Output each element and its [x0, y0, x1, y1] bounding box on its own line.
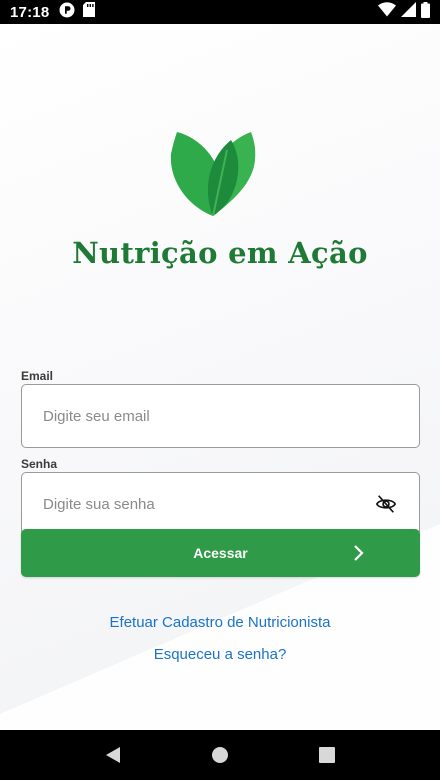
status-left-icons	[59, 2, 96, 23]
login-button[interactable]: Acessar	[21, 529, 420, 577]
chevron-right-icon	[354, 545, 364, 561]
eye-off-icon[interactable]	[374, 492, 398, 516]
status-time: 17:18	[10, 3, 50, 21]
system-nav-bar	[0, 730, 440, 780]
sd-card-icon	[83, 2, 96, 22]
email-field-container[interactable]	[21, 384, 420, 448]
wifi-icon	[378, 2, 396, 22]
email-field[interactable]	[43, 407, 398, 425]
home-icon[interactable]	[205, 740, 235, 770]
leaf-logo	[170, 132, 256, 217]
forgot-password-link[interactable]: Esqueceu a senha?	[0, 646, 440, 663]
register-nutritionist-link[interactable]: Efetuar Cadastro de Nutricionista	[0, 614, 440, 631]
status-bar: 17:18	[0, 0, 440, 24]
login-button-label: Acessar	[193, 545, 248, 561]
status-right-icons	[378, 1, 430, 23]
back-icon[interactable]	[98, 740, 128, 770]
password-field[interactable]	[43, 495, 374, 513]
app-notification-icon	[59, 2, 75, 23]
battery-icon	[421, 1, 430, 23]
password-field-container[interactable]	[21, 472, 420, 536]
recents-icon[interactable]	[312, 740, 342, 770]
signal-icon	[401, 2, 416, 22]
email-label: Email	[21, 369, 54, 383]
password-label: Senha	[21, 457, 58, 471]
app-title: Nutrição em Ação	[72, 236, 368, 270]
